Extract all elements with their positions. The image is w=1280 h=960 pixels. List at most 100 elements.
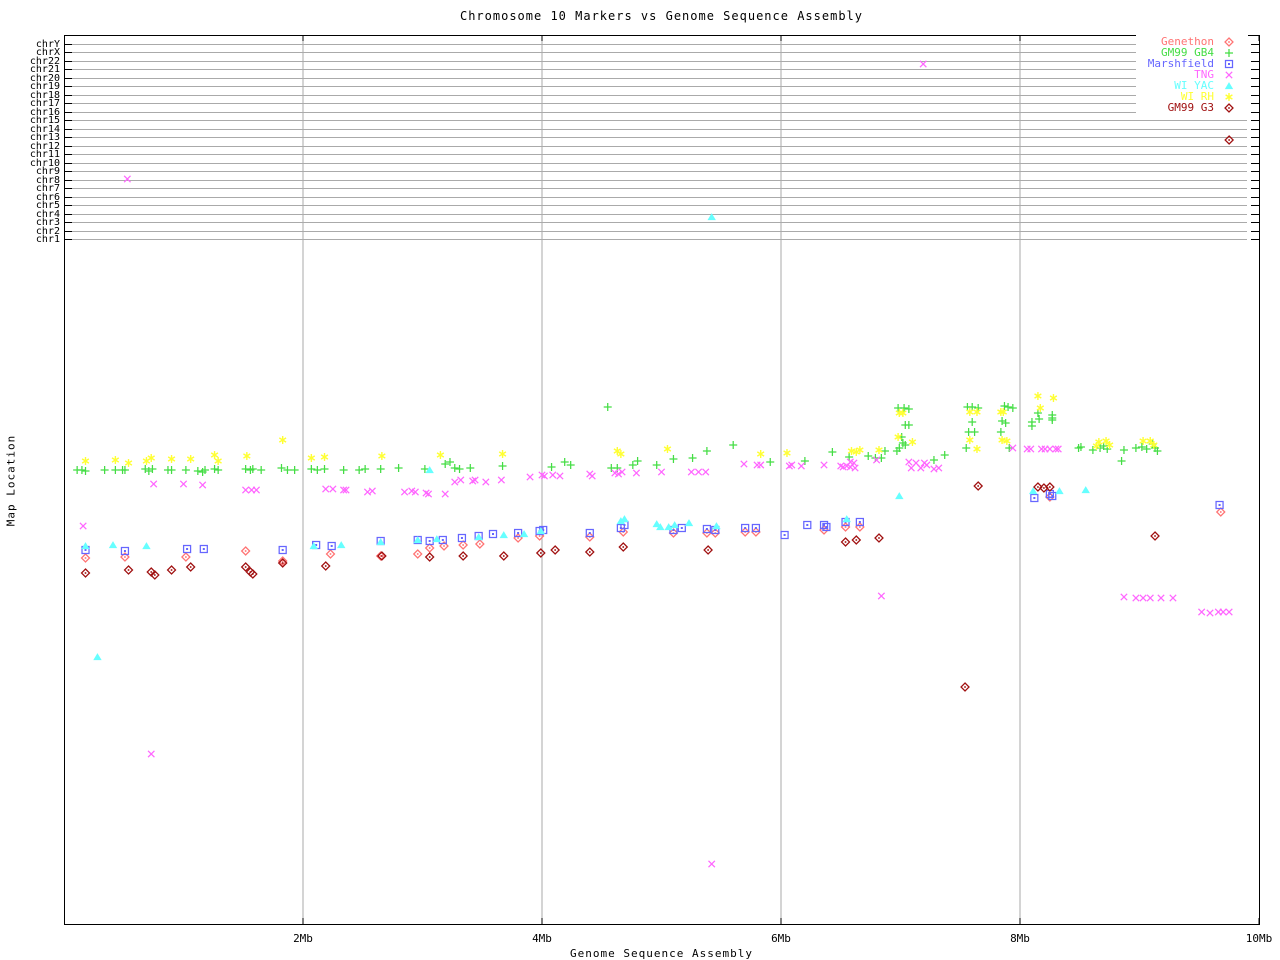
point-gm99_gb4 [498, 462, 507, 470]
point-tng [556, 472, 564, 480]
point-tng [549, 471, 557, 479]
point-marshfield [803, 520, 812, 530]
point-gm99_gb4 [148, 465, 157, 473]
point-tng [482, 478, 490, 486]
point-tng [1146, 594, 1154, 602]
point-gm99_g3 [185, 562, 196, 572]
point-wi_yac [108, 541, 118, 549]
point-gm99_gb4 [962, 444, 971, 452]
point-gm99_g3 [851, 535, 862, 545]
point-tng [198, 481, 207, 489]
point-wi_rh [498, 450, 507, 458]
point-tng [1206, 609, 1214, 617]
point-gm99_g3 [320, 561, 331, 571]
point-gm99_gb4 [970, 428, 979, 436]
point-gm99_gb4 [996, 428, 1005, 436]
point-wi_rh [783, 449, 791, 457]
point-wi_rh [436, 451, 445, 459]
point-gm99_g3 [874, 533, 884, 543]
point-gm99_gb4 [1048, 416, 1057, 424]
point-genethon [1215, 507, 1226, 517]
point-gm99_g3 [1150, 531, 1160, 541]
point-tng [1225, 608, 1233, 616]
point-tng [1046, 445, 1054, 453]
point-tng [657, 468, 666, 476]
point-gm99_g3 [584, 547, 595, 557]
point-tng [241, 486, 250, 494]
point-gm99_g3 [973, 481, 984, 491]
point-gm99_gb4 [904, 421, 913, 429]
point-gm99_gb4 [141, 465, 150, 473]
point-wi_rh [973, 445, 981, 453]
legend: Genethon GM99 GB4 Marshfield TNG WI YAC WI RH… [1136, 35, 1248, 115]
plot-area [64, 35, 1260, 925]
point-gm99_gb4 [628, 461, 637, 469]
point-tng [923, 461, 931, 469]
point-wi_rh [142, 457, 151, 465]
point-wi_yac [81, 542, 90, 550]
point-marshfield [488, 529, 498, 539]
point-gm99_gb4 [702, 447, 711, 455]
point-tng [757, 461, 765, 469]
legend-item-marshfield: Marshfield [1136, 58, 1236, 69]
point-gm99_gb4 [1004, 403, 1013, 411]
point-gm99_gb4 [307, 465, 316, 473]
point-wi_rh [1049, 394, 1058, 402]
point-genethon [474, 539, 485, 549]
point-gm99_gb4 [729, 441, 738, 449]
legend-marker-wi_yac [1224, 81, 1234, 89]
legend-marker-gm99_g3 [1224, 102, 1234, 113]
point-gm99_gb4 [828, 448, 837, 456]
point-genethon [854, 522, 865, 532]
point-wi_rh [663, 445, 672, 453]
point-gm99_gb4 [361, 465, 370, 473]
point-tng [526, 473, 534, 481]
point-tng [368, 487, 376, 495]
point-wi_rh [278, 436, 287, 444]
point-gm99_gb4 [450, 464, 459, 472]
chart-title: Chromosome 10 Markers vs Genome Sequence… [459, 9, 863, 23]
point-tng [753, 461, 761, 469]
point-wi_yac [93, 653, 102, 661]
point-tng [632, 469, 641, 477]
legend-marker-genethon [1224, 36, 1234, 47]
point-wi_rh [186, 455, 195, 463]
point-marshfield [278, 545, 287, 555]
point-gm99_gb4 [940, 451, 949, 459]
point-tng [1197, 608, 1206, 616]
point-tng [451, 478, 459, 486]
point-gm99_gb4 [1119, 446, 1128, 454]
point-gm99_gb4 [1027, 422, 1036, 430]
point-gm99_gb4 [394, 464, 403, 472]
point-gm99_gb4 [998, 417, 1007, 425]
point-gm99_gb4 [466, 464, 475, 472]
point-genethon [412, 549, 423, 559]
point-wi_rh [111, 456, 120, 464]
point-gm99_gb4 [144, 467, 153, 475]
point-gm99_gb4 [968, 418, 977, 426]
point-gm99_gb4 [313, 466, 322, 474]
point-gm99_gb4 [441, 460, 450, 468]
point-gm99_gb4 [167, 466, 176, 474]
point-gm99_gb4 [111, 466, 120, 474]
point-marshfield [1030, 493, 1039, 503]
legend-item-gm99_g3: GM99 G3 [1136, 102, 1236, 113]
point-tng [329, 485, 337, 493]
series-wi_rh [81, 392, 1158, 467]
point-wi_rh [966, 436, 974, 444]
point-wi_rh [320, 453, 329, 461]
point-tng [1132, 594, 1140, 602]
point-marshfield [199, 544, 208, 554]
point-tng [1120, 593, 1128, 601]
point-gm99_g3 [840, 537, 851, 547]
point-tng [1169, 594, 1177, 602]
point-wi_yac [1028, 487, 1038, 495]
point-gm99_gb4 [1131, 444, 1140, 452]
point-gm99_gb4 [455, 465, 464, 473]
legend-marker-gm99_gb4 [1225, 48, 1233, 57]
point-gm99_g3 [80, 568, 91, 578]
point-wi_rh [210, 451, 219, 459]
point-gm99_gb4 [864, 452, 873, 460]
point-tng [820, 461, 828, 469]
point-tng [149, 480, 158, 488]
